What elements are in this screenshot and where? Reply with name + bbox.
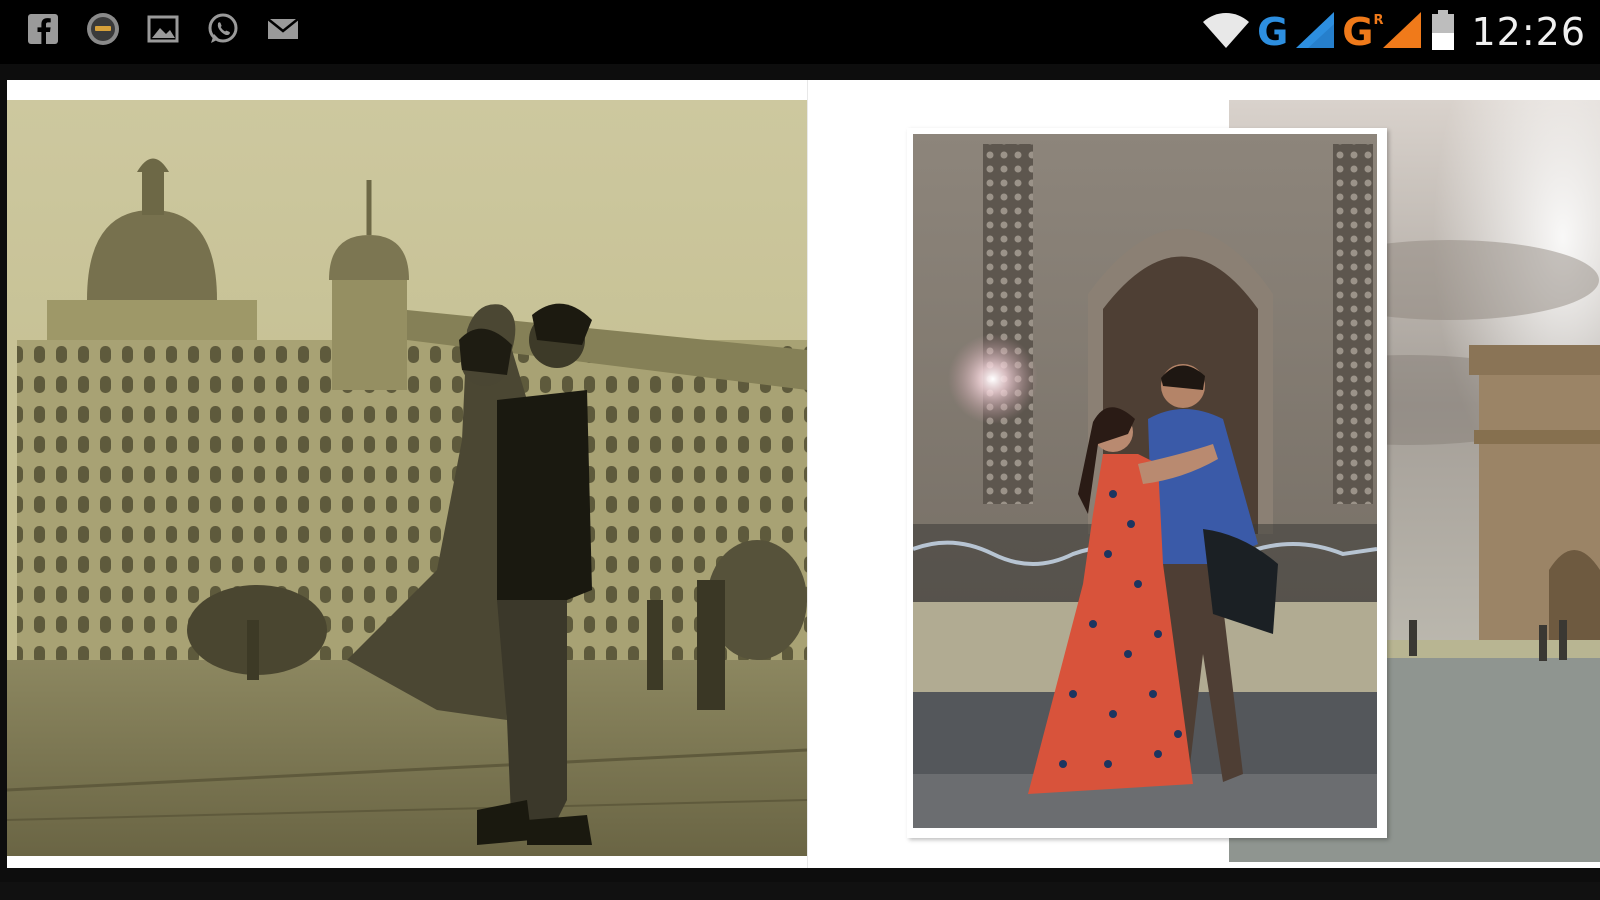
gallery-icon [146,12,180,46]
album-viewer[interactable] [0,64,1600,882]
signal-icon [1294,10,1336,54]
couple-at-gateway-arch-photo[interactable] [913,134,1377,828]
signal-icon [1381,10,1423,54]
whatsapp-icon [206,12,240,46]
notification-icons [26,12,300,46]
mail-icon [266,12,300,46]
network-type-2: G [1342,10,1374,54]
battery-icon [1429,9,1457,55]
photo-frame[interactable] [907,128,1387,838]
app-badge-icon [86,12,120,46]
page-divider [807,80,808,868]
status-bar: G G R 12:26 [0,0,1600,64]
system-indicators: G G R 12:26 [1201,6,1586,58]
clock-time: 12:26 [1471,10,1586,54]
bottom-edge [0,882,1600,900]
wifi-icon [1201,10,1251,54]
sepia-couple-photo[interactable] [7,100,807,856]
roaming-mark: R [1373,12,1384,28]
network-type-1: G [1257,10,1289,54]
facebook-icon [26,12,60,46]
album-spread[interactable] [7,80,1600,868]
